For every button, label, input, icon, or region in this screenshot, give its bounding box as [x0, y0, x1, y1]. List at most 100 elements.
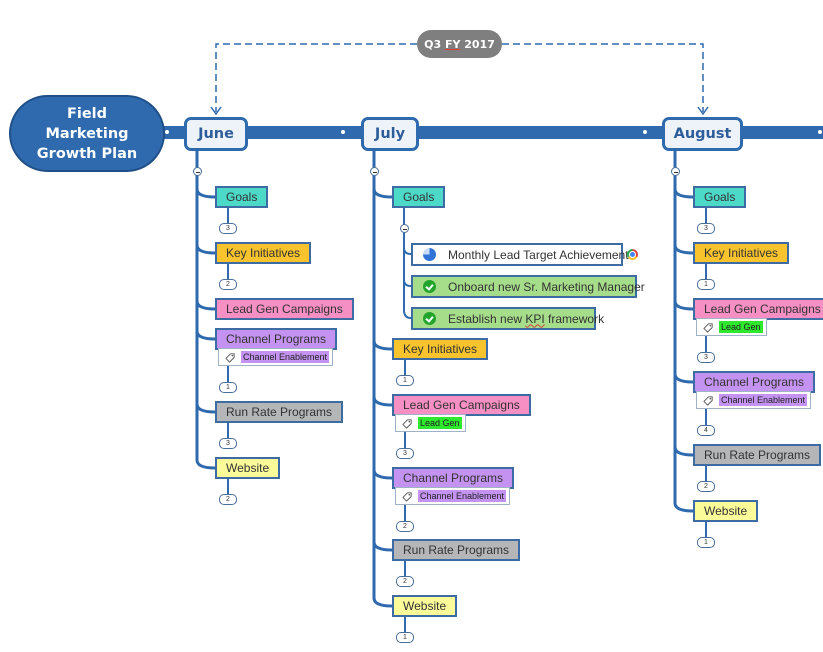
- june-goals[interactable]: Goals: [215, 186, 269, 208]
- tag-icon: [402, 418, 412, 429]
- spine-dot: [818, 130, 822, 134]
- august-channel-count[interactable]: 4: [697, 425, 715, 436]
- july-lead-gen[interactable]: Lead Gen Campaigns: [392, 394, 531, 416]
- july-goal-monthly-lead-target[interactable]: Monthly Lead Target Achievement: [411, 243, 629, 266]
- collapse-august-button[interactable]: [671, 167, 680, 176]
- tag-label: Channel Enablement: [241, 351, 330, 363]
- july-key-initiatives[interactable]: Key Initiatives: [392, 338, 489, 360]
- august-lead-gen-count[interactable]: 3: [697, 352, 715, 363]
- tag-icon: [225, 352, 235, 363]
- quarter-year: 2017: [460, 37, 495, 51]
- july-goals[interactable]: Goals: [392, 186, 446, 208]
- june-website[interactable]: Website: [215, 457, 281, 479]
- august-run-rate[interactable]: Run Rate Programs: [693, 444, 822, 466]
- july-website[interactable]: Website: [392, 595, 458, 617]
- july-run-rate-count[interactable]: 2: [396, 576, 414, 587]
- topic-label: Establish new KPI framework: [448, 311, 605, 326]
- collapse-june-button[interactable]: [193, 167, 202, 176]
- august-lead-gen[interactable]: Lead Gen Campaigns: [693, 298, 823, 320]
- july-channel-count[interactable]: 2: [396, 521, 414, 532]
- spine-dot: [341, 130, 345, 134]
- collapse-july-goals-button[interactable]: [400, 224, 409, 233]
- topic-label: Website: [704, 504, 748, 518]
- topic-label: Goals: [403, 190, 435, 204]
- august-website-count[interactable]: 1: [697, 537, 715, 548]
- collapse-july-button[interactable]: [370, 167, 379, 176]
- topic-label: Goals: [704, 190, 736, 204]
- topic-label: Key Initiatives: [403, 342, 478, 356]
- august-goals-count[interactable]: 3: [697, 223, 715, 234]
- topic-label: Website: [226, 461, 270, 475]
- topic-label: Channel Programs: [403, 471, 504, 485]
- topic-label: Monthly Lead Target Achievement: [448, 247, 629, 262]
- june-channel-count[interactable]: 1: [219, 382, 237, 393]
- august-key-initiatives-count[interactable]: 1: [697, 279, 715, 290]
- june-website-count[interactable]: 2: [219, 494, 237, 505]
- august-lead-gen-tag[interactable]: Lead Gen: [696, 318, 767, 336]
- august-channel-programs[interactable]: Channel Programs: [693, 371, 816, 393]
- july-website-count[interactable]: 1: [396, 632, 414, 643]
- august-key-initiatives[interactable]: Key Initiatives: [693, 242, 790, 264]
- progress-pie-icon: [423, 248, 436, 261]
- topic-label: Run Rate Programs: [226, 405, 333, 419]
- topic-label: Lead Gen Campaigns: [403, 398, 520, 412]
- august-goals[interactable]: Goals: [693, 186, 747, 208]
- june-goals-count[interactable]: 3: [219, 223, 237, 234]
- july-run-rate[interactable]: Run Rate Programs: [392, 539, 521, 561]
- topic-label: Key Initiatives: [704, 246, 779, 260]
- july-channel-programs[interactable]: Channel Programs: [392, 467, 515, 489]
- august-branch: [673, 151, 694, 513]
- month-july[interactable]: July: [361, 117, 419, 151]
- topic-label: Website: [403, 599, 447, 613]
- quarter-fy: FY: [444, 37, 461, 51]
- topic-label: Onboard new Sr. Marketing Manager: [448, 279, 645, 294]
- month-june[interactable]: June: [184, 117, 248, 151]
- central-topic-label: Field Marketing Growth Plan: [36, 105, 138, 162]
- july-lead-gen-count[interactable]: 3: [396, 448, 414, 459]
- june-run-rate-count[interactable]: 3: [219, 438, 237, 449]
- june-channel-programs[interactable]: Channel Programs: [215, 328, 338, 350]
- spine-dot: [165, 130, 169, 134]
- tag-label: Lead Gen: [719, 321, 763, 333]
- topic-label: Run Rate Programs: [403, 543, 510, 557]
- tag-label: Channel Enablement: [418, 490, 507, 502]
- tag-label: Channel Enablement: [719, 394, 808, 406]
- topic-label: Lead Gen Campaigns: [226, 302, 343, 316]
- quarter-prefix: Q3: [424, 37, 445, 51]
- tag-icon: [703, 395, 713, 406]
- june-lead-gen[interactable]: Lead Gen Campaigns: [215, 298, 354, 320]
- topic-label: Key Initiatives: [226, 246, 301, 260]
- topic-label: Lead Gen Campaigns: [704, 302, 821, 316]
- tag-label: Lead Gen: [418, 417, 462, 429]
- july-channel-tag[interactable]: Channel Enablement: [395, 487, 511, 505]
- june-key-initiatives[interactable]: Key Initiatives: [215, 242, 312, 264]
- august-channel-tag[interactable]: Channel Enablement: [696, 391, 812, 409]
- month-label: August: [673, 126, 732, 142]
- july-goal-kpi-framework[interactable]: Establish new KPI framework: [411, 307, 604, 330]
- central-topic[interactable]: Field Marketing Growth Plan: [9, 95, 165, 172]
- month-label: June: [198, 126, 234, 142]
- quarter-badge[interactable]: Q3 FY 2017: [417, 30, 502, 58]
- check-icon: [423, 312, 436, 325]
- july-key-initiatives-count[interactable]: 1: [396, 375, 414, 386]
- august-website[interactable]: Website: [693, 500, 759, 522]
- august-run-rate-count[interactable]: 2: [697, 481, 715, 492]
- spine-dot: [643, 130, 647, 134]
- topic-label: Channel Programs: [226, 332, 327, 346]
- tag-icon: [402, 491, 412, 502]
- topic-label: Run Rate Programs: [704, 448, 811, 462]
- chrome-link-icon[interactable]: [627, 249, 638, 260]
- month-august[interactable]: August: [662, 117, 743, 151]
- july-goal-onboard-manager[interactable]: Onboard new Sr. Marketing Manager: [411, 275, 645, 298]
- month-label: July: [374, 126, 406, 142]
- june-channel-tag[interactable]: Channel Enablement: [218, 348, 334, 366]
- july-branch: [372, 151, 393, 608]
- june-run-rate[interactable]: Run Rate Programs: [215, 401, 344, 423]
- quarter-link-august: [502, 43, 704, 112]
- topic-label: Channel Programs: [704, 375, 805, 389]
- tag-icon: [703, 322, 713, 333]
- june-key-initiatives-count[interactable]: 2: [219, 279, 237, 290]
- july-lead-gen-tag[interactable]: Lead Gen: [395, 414, 466, 432]
- june-branch: [195, 151, 216, 470]
- topic-label: Goals: [226, 190, 258, 204]
